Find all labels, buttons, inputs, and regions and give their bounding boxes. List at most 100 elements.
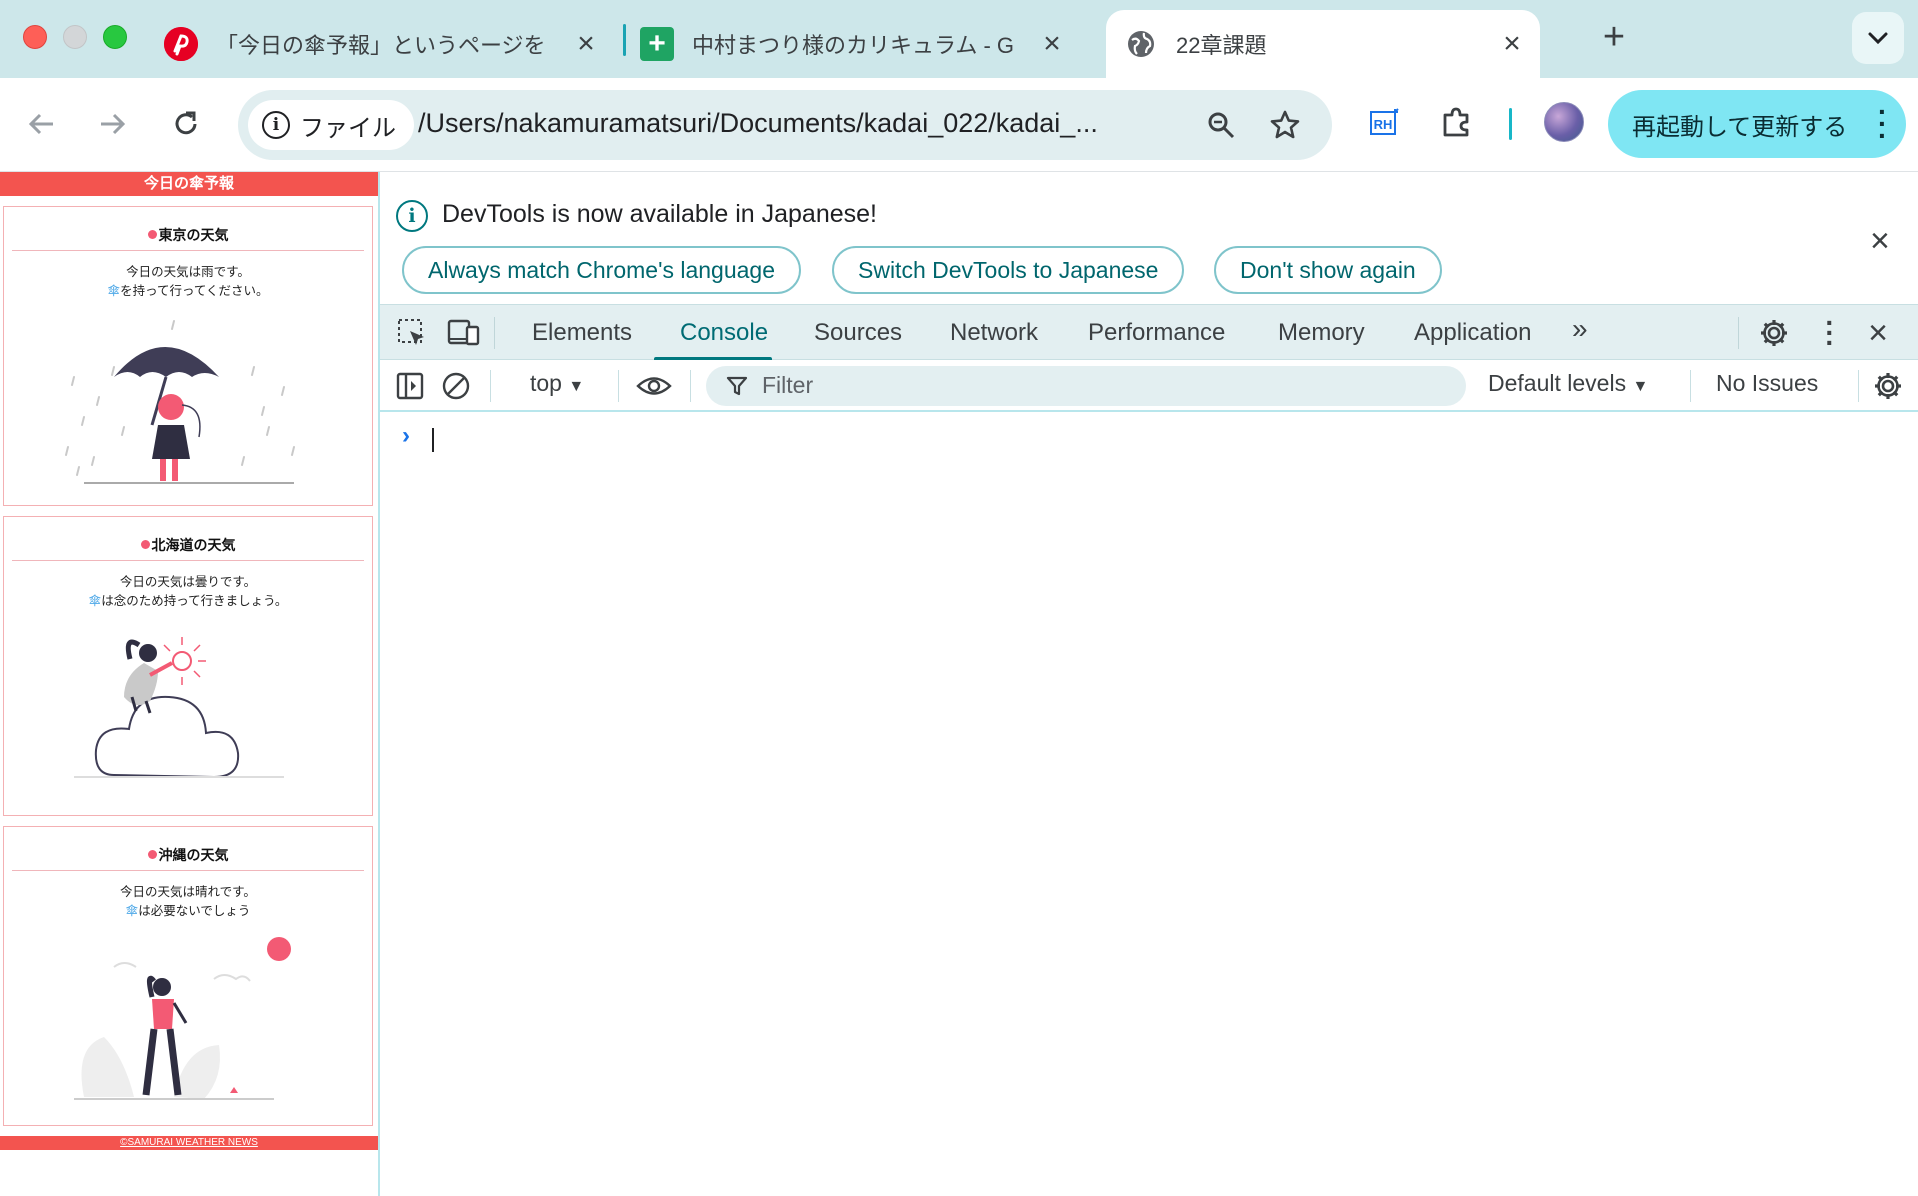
address-bar[interactable]: i ファイル /Users/nakamuramatsuri/Documents/… xyxy=(238,90,1332,160)
browser-toolbar: i ファイル /Users/nakamuramatsuri/Documents/… xyxy=(0,78,1918,172)
zoom-icon[interactable] xyxy=(1204,108,1238,142)
rh-extension-icon[interactable]: RH xyxy=(1362,100,1406,144)
close-tab-icon[interactable]: × xyxy=(572,27,600,60)
umbrella-word: 傘 xyxy=(125,904,139,918)
sidebar-toggle-icon[interactable] xyxy=(392,368,428,404)
settings-gear-icon[interactable] xyxy=(1756,315,1792,351)
pinterest-icon xyxy=(164,27,198,61)
site-footer-link[interactable]: ©SAMURAI WEATHER NEWS xyxy=(0,1136,378,1150)
devtools-tab-bar: Elements Console Sources Network Perform… xyxy=(380,304,1918,361)
info-icon: i xyxy=(262,111,290,139)
new-tab-button[interactable]: + xyxy=(1594,16,1634,58)
tab-search-button[interactable] xyxy=(1852,12,1904,64)
extensions-puzzle-icon[interactable] xyxy=(1434,100,1478,144)
rh-extension-text: RH xyxy=(1374,117,1393,132)
filter-funnel-icon xyxy=(726,376,748,396)
tab-bar-separator xyxy=(1738,317,1739,349)
close-infobar-icon[interactable]: × xyxy=(1870,222,1890,261)
bookmark-star-icon[interactable] xyxy=(1268,108,1302,142)
console-input-caret[interactable] xyxy=(432,428,434,452)
card-text: 今日の天気は曇りです。 傘は念のため持って行きましょう。 xyxy=(88,575,288,608)
google-sheets-icon: + xyxy=(640,27,674,61)
profile-avatar[interactable] xyxy=(1544,102,1584,142)
tab-memory[interactable]: Memory xyxy=(1278,319,1365,347)
console-separator xyxy=(490,370,491,402)
weather-card-okinawa: 沖縄の天気 今日の天気は晴れです。 傘は必要ないでしょう xyxy=(3,826,373,1126)
relaunch-to-update-button[interactable]: 再起動して更新する · · · xyxy=(1608,90,1906,158)
card-title: 沖縄の天気 xyxy=(4,845,372,865)
toolbar-separator xyxy=(1509,108,1512,140)
card-divider xyxy=(12,870,364,871)
card-divider xyxy=(12,560,364,561)
switch-to-japanese-button[interactable]: Switch DevTools to Japanese xyxy=(832,246,1185,294)
site-info-label: ファイル xyxy=(300,114,396,142)
clear-console-icon[interactable] xyxy=(438,368,474,404)
umbrella-word: 傘 xyxy=(107,284,121,298)
more-menu-icon[interactable]: · · · xyxy=(1878,98,1887,150)
reload-icon xyxy=(175,111,197,135)
card-title: 東京の天気 xyxy=(4,225,372,245)
cloudy-illustration xyxy=(74,637,284,779)
filter-placeholder: Filter xyxy=(762,372,814,398)
globe-icon xyxy=(1124,27,1158,61)
close-tab-icon[interactable]: × xyxy=(1038,27,1066,60)
close-window-button[interactable] xyxy=(23,25,47,49)
bullet-dot-icon xyxy=(147,230,157,239)
tab-title: 22章課題 xyxy=(1176,33,1267,58)
tab-performance[interactable]: Performance xyxy=(1088,319,1225,347)
console-separator xyxy=(1858,370,1859,402)
close-tab-icon[interactable]: × xyxy=(1498,27,1526,60)
live-expression-eye-icon[interactable] xyxy=(636,368,672,404)
url-text[interactable]: /Users/nakamuramatsuri/Documents/kadai_0… xyxy=(418,108,1158,139)
zoom-window-button[interactable] xyxy=(103,25,127,49)
console-separator xyxy=(1690,370,1691,402)
log-levels-dropdown[interactable]: Default levels ▼ xyxy=(1488,370,1648,397)
device-toolbar-icon[interactable] xyxy=(446,315,482,351)
console-prompt-chevron-icon: › xyxy=(402,422,410,449)
always-match-language-button[interactable]: Always match Chrome's language xyxy=(402,246,801,294)
info-icon: i xyxy=(396,200,428,232)
back-button[interactable] xyxy=(20,102,64,146)
tab-sources[interactable]: Sources xyxy=(814,319,902,347)
tab-strip: 「今日の傘予報」というページを × + 中村まつり様のカリキュラム - G × … xyxy=(0,0,1918,78)
console-settings-gear-icon[interactable] xyxy=(1870,368,1906,404)
relaunch-label: 再起動して更新する xyxy=(1632,113,1848,141)
tab-curriculum-sheet[interactable]: + 中村まつり様のカリキュラム - G × xyxy=(640,10,1080,78)
console-separator xyxy=(618,370,619,402)
tab-title: 中村まつり様のカリキュラム - G xyxy=(692,33,1015,58)
sunny-illustration xyxy=(74,937,291,1100)
more-tabs-chevron-icon[interactable]: » xyxy=(1572,313,1588,345)
card-title: 北海道の天気 xyxy=(4,535,372,555)
weather-card-tokyo: 東京の天気 今日の天気は雨です。 傘を持って行ってください。 xyxy=(3,206,373,506)
issues-counter[interactable]: No Issues xyxy=(1716,370,1818,397)
reload-button[interactable] xyxy=(164,102,208,146)
tab-22-kadai-active[interactable]: 22章課題 × xyxy=(1106,10,1540,78)
site-header: 今日の傘予報 xyxy=(0,172,378,196)
close-devtools-icon[interactable]: × xyxy=(1860,314,1896,352)
dropdown-triangle-icon: ▼ xyxy=(568,378,585,395)
tab-application[interactable]: Application xyxy=(1414,319,1531,347)
chevron-down-icon xyxy=(1868,32,1888,45)
tab-network[interactable]: Network xyxy=(950,319,1038,347)
umbrella-word: 傘 xyxy=(88,594,102,608)
language-infobar: i DevTools is now available in Japanese!… xyxy=(380,172,1918,304)
site-info-chip[interactable]: i ファイル xyxy=(248,100,414,150)
tab-elements[interactable]: Elements xyxy=(532,319,632,347)
console-filter-input[interactable]: Filter xyxy=(706,366,1466,406)
inspect-element-icon[interactable] xyxy=(394,315,430,351)
devtools-menu-icon[interactable]: · · · xyxy=(1812,309,1848,357)
minimize-window-button[interactable] xyxy=(63,25,87,49)
context-selector[interactable]: top ▼ xyxy=(530,370,584,397)
tab-bar-separator xyxy=(494,317,495,349)
rainy-umbrella-illustration xyxy=(65,320,295,484)
arrow-left-icon xyxy=(28,113,53,135)
dropdown-triangle-icon: ▼ xyxy=(1632,378,1649,395)
dont-show-again-button[interactable]: Don't show again xyxy=(1214,246,1442,294)
tab-separator xyxy=(623,24,626,56)
tab-console[interactable]: Console xyxy=(680,319,768,347)
forward-button[interactable] xyxy=(90,102,134,146)
page-viewport: 今日の傘予報 東京の天気 今日の天気は雨です。 傘を持って行ってください。 北海… xyxy=(0,172,378,1196)
tab-umbrella-forecast-spec[interactable]: 「今日の傘予報」というページを × xyxy=(164,10,614,78)
console-toolbar: top ▼ Filter Default levels ▼ No Issues xyxy=(380,360,1918,412)
weather-card-hokkaido: 北海道の天気 今日の天気は曇りです。 傘は念のため持って行きましょう。 xyxy=(3,516,373,816)
